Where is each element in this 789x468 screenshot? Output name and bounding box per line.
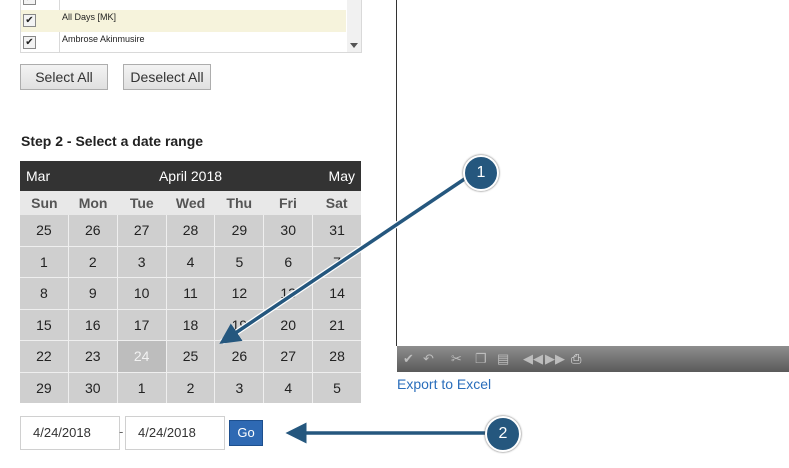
callout-badge-2: 2 (485, 416, 521, 452)
callout-badge-1: 1 (463, 155, 499, 191)
annotation-arrow-1 (219, 176, 467, 344)
annotation-arrows (219, 175, 486, 444)
